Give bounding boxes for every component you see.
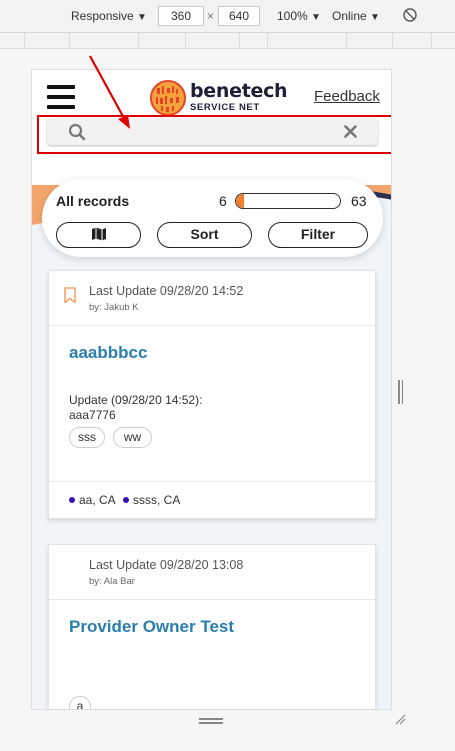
annotation-arrow-icon (89, 55, 130, 129)
resize-handle-bottom-icon[interactable] (199, 718, 223, 724)
resize-handle-right-icon[interactable] (398, 380, 403, 404)
resize-corner-icon[interactable] (394, 713, 406, 725)
